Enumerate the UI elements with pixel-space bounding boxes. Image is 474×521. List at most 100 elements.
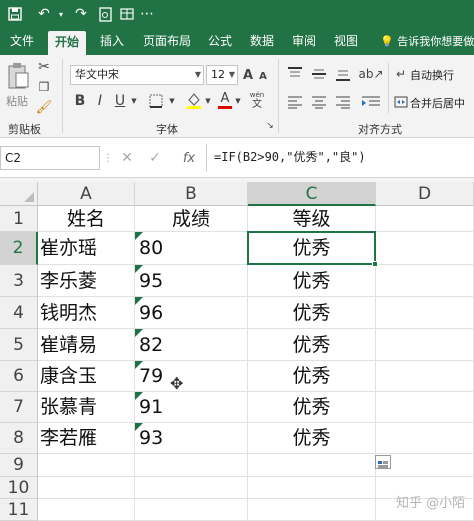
phonetic-guide-icon[interactable]: wén 文 — [246, 89, 268, 111]
font-color-icon[interactable]: A — [216, 89, 234, 111]
empty-cell[interactable] — [135, 454, 248, 477]
top-align-icon[interactable] — [284, 63, 306, 85]
name-cell[interactable]: 崔亦瑶 — [38, 232, 135, 265]
row-header[interactable]: 5 — [0, 329, 38, 361]
tab-data[interactable]: 数据 — [244, 28, 280, 55]
bold-button[interactable]: B — [72, 91, 88, 111]
grade-cell[interactable]: 优秀 — [248, 265, 376, 297]
borders-icon[interactable] — [146, 91, 166, 111]
cut-icon[interactable]: ✂ — [36, 59, 52, 75]
copy-icon[interactable]: ❐ — [36, 79, 52, 95]
empty-cell[interactable] — [38, 454, 135, 477]
orientation-icon[interactable]: ab↗ — [358, 63, 384, 85]
drag-handle-icon[interactable]: ⋮ — [103, 150, 113, 166]
empty-cell[interactable] — [248, 477, 376, 499]
grade-cell[interactable]: 优秀 — [248, 361, 376, 392]
empty-cell[interactable] — [376, 361, 474, 392]
grade-cell[interactable]: 优秀 — [248, 392, 376, 423]
formula-input[interactable]: =IF(B2>90,"优秀","良") — [214, 148, 366, 165]
align-center-icon[interactable] — [308, 91, 330, 113]
redo-icon[interactable]: ↷ — [72, 4, 90, 24]
bottom-align-icon[interactable] — [332, 63, 354, 85]
score-cell[interactable]: 96 — [135, 297, 248, 329]
grow-font-icon[interactable]: A — [241, 65, 255, 85]
align-left-icon[interactable] — [284, 91, 306, 113]
tab-page-layout[interactable]: 页面布局 — [136, 28, 198, 55]
font-name-combo[interactable]: 华文中宋 ▼ — [70, 65, 204, 85]
table-icon[interactable] — [118, 4, 136, 24]
chevron-down-icon[interactable]: ▼ — [168, 91, 176, 111]
score-cell[interactable]: 95 — [135, 265, 248, 297]
empty-cell[interactable] — [38, 477, 135, 499]
header-cell-score[interactable]: 成绩 — [135, 206, 248, 232]
italic-button[interactable]: I — [92, 91, 108, 111]
wrap-text-button[interactable]: 自动换行 — [410, 67, 454, 83]
align-right-icon[interactable] — [332, 91, 354, 113]
empty-cell[interactable] — [248, 454, 376, 477]
empty-cell[interactable] — [376, 265, 474, 297]
dialog-launcher-icon[interactable]: ↘ — [264, 119, 276, 133]
save-icon[interactable] — [6, 4, 24, 24]
empty-cell[interactable] — [135, 499, 248, 521]
merge-center-button[interactable]: 合并后居中 — [410, 95, 465, 111]
enter-icon[interactable]: ✓ — [146, 148, 164, 168]
tab-home[interactable]: 开始 — [48, 31, 86, 55]
name-box[interactable]: C2 — [0, 146, 100, 170]
name-cell[interactable]: 钱明杰 — [38, 297, 135, 329]
print-preview-icon[interactable] — [96, 4, 114, 24]
column-header-b[interactable]: B — [135, 182, 248, 206]
underline-button[interactable]: U — [112, 91, 128, 111]
chevron-down-icon[interactable]: ▼ — [130, 91, 138, 111]
empty-cell[interactable] — [376, 232, 474, 265]
fill-color-icon[interactable] — [184, 89, 204, 111]
score-cell[interactable]: 79 — [135, 361, 248, 392]
grade-cell[interactable]: 优秀 — [248, 297, 376, 329]
header-cell-grade[interactable]: 等级 — [248, 206, 376, 232]
middle-align-icon[interactable] — [308, 63, 330, 85]
row-header[interactable]: 9 — [0, 454, 38, 477]
cancel-icon[interactable]: ✕ — [118, 148, 136, 168]
empty-cell[interactable] — [376, 206, 474, 232]
row-header[interactable]: 4 — [0, 297, 38, 329]
empty-cell[interactable] — [376, 423, 474, 454]
empty-cell[interactable] — [376, 329, 474, 361]
header-cell-name[interactable]: 姓名 — [38, 206, 135, 232]
tell-me-box[interactable]: 💡 告诉我你想要做什 — [380, 28, 474, 55]
empty-cell[interactable] — [248, 499, 376, 521]
customize-toolbar-icon[interactable]: ⋯ — [140, 4, 154, 24]
wrap-text-icon[interactable]: ↵ — [394, 65, 408, 83]
tab-formulas[interactable]: 公式 — [202, 28, 238, 55]
select-all-button[interactable] — [0, 182, 38, 206]
tab-review[interactable]: 审阅 — [286, 28, 322, 55]
name-cell[interactable]: 李若雁 — [38, 423, 135, 454]
row-header[interactable]: 2 — [0, 232, 38, 265]
tab-insert[interactable]: 插入 — [94, 28, 130, 55]
column-header-d[interactable]: D — [376, 182, 474, 206]
grade-cell[interactable]: 优秀 — [248, 423, 376, 454]
undo-dropdown-icon[interactable]: ▾ — [56, 4, 66, 24]
row-header[interactable]: 6 — [0, 361, 38, 392]
row-header[interactable]: 7 — [0, 392, 38, 423]
empty-cell[interactable] — [376, 392, 474, 423]
score-cell[interactable]: 93 — [135, 423, 248, 454]
column-header-a[interactable]: A — [38, 182, 135, 206]
row-header[interactable]: 8 — [0, 423, 38, 454]
format-painter-icon[interactable]: 🖌 — [36, 99, 53, 115]
row-header[interactable]: 1 — [0, 206, 38, 232]
name-cell[interactable]: 李乐菱 — [38, 265, 135, 297]
tab-file[interactable]: 文件 — [4, 28, 40, 55]
row-header[interactable]: 10 — [0, 477, 38, 499]
name-cell[interactable]: 张慕青 — [38, 392, 135, 423]
empty-cell[interactable] — [376, 297, 474, 329]
empty-cell[interactable] — [38, 499, 135, 521]
undo-icon[interactable]: ↶ — [34, 4, 54, 24]
row-header[interactable]: 11 — [0, 499, 38, 521]
tab-view[interactable]: 视图 — [328, 28, 364, 55]
fill-handle[interactable] — [372, 261, 378, 267]
score-cell[interactable]: 82 — [135, 329, 248, 361]
chevron-down-icon[interactable]: ▼ — [204, 91, 212, 111]
name-cell[interactable]: 崔靖易 — [38, 329, 135, 361]
empty-cell[interactable] — [135, 477, 248, 499]
quick-analysis-icon[interactable] — [375, 455, 391, 469]
score-cell[interactable]: 91 — [135, 392, 248, 423]
